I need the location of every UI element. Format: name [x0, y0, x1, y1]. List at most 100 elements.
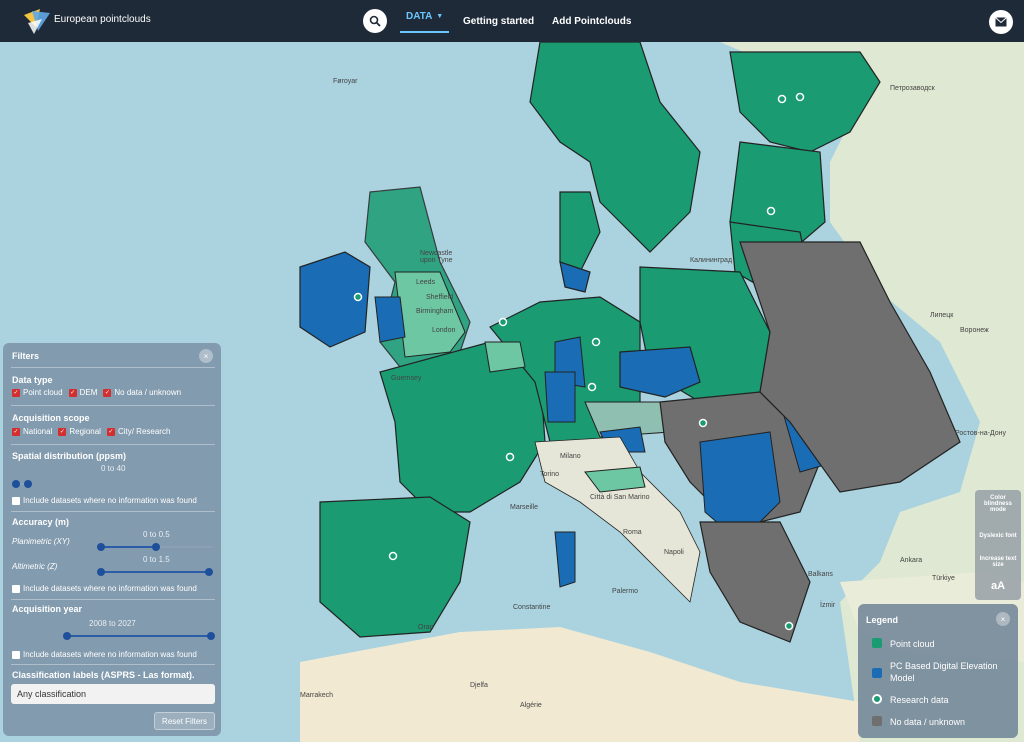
altimetric-slider[interactable]	[97, 568, 213, 576]
slider-handle-min[interactable]	[97, 543, 105, 551]
classification-label: Classification labels (ASPRS - Las forma…	[12, 670, 195, 680]
slider-handle-max[interactable]	[205, 568, 213, 576]
map-label: Føroyar	[333, 78, 358, 85]
color-blindness-toggle[interactable]: Color blindness mode	[977, 495, 1019, 513]
map-label: Липецк	[930, 312, 954, 319]
filters-close-button[interactable]: ×	[199, 349, 213, 363]
altimetric-range-value: 0 to 1.5	[143, 555, 170, 564]
slider-handle-max[interactable]	[207, 632, 215, 640]
spatial-include-row: Include datasets where no information wa…	[12, 496, 197, 505]
legend-item-no-data: No data / unknown	[872, 716, 965, 728]
slider-handle-min[interactable]	[97, 568, 105, 576]
map-label: Birmingham	[416, 308, 454, 315]
swatch-point-cloud	[872, 638, 882, 648]
map-label: Algérie	[520, 702, 542, 709]
top-navigation-bar: European pointclouds DATA ▼ Getting star…	[0, 0, 1024, 42]
checkbox-no-data[interactable]: ✓	[103, 388, 112, 397]
acquisition-year-label: Acquisition year	[12, 604, 83, 614]
map-label: Torino	[540, 471, 560, 478]
slider-handle-min[interactable]	[12, 480, 20, 488]
brand-name[interactable]: European pointclouds	[54, 14, 151, 25]
map-label: Marrakech	[300, 692, 334, 699]
legend-item-point-cloud: Point cloud	[872, 638, 935, 650]
map-label: Ankara	[900, 557, 923, 564]
map-label: London	[432, 327, 456, 334]
checkbox-label[interactable]: Include datasets where no information wa…	[23, 496, 197, 505]
map-label: Marseille	[510, 504, 539, 511]
checkbox-label[interactable]: Include datasets where no information wa…	[23, 650, 197, 659]
checkbox-dem[interactable]: ✓	[68, 388, 77, 397]
map-label: Sheffield	[426, 294, 454, 301]
map-label: Napoli	[664, 549, 684, 556]
slider-handle-max[interactable]	[24, 480, 32, 488]
search-icon	[369, 15, 381, 27]
legend-title: Legend	[866, 615, 899, 625]
spatial-range-value: 0 to 40	[101, 464, 126, 473]
filters-panel: Filters × Data type ✓ Point cloud ✓ DEM ✓ N…	[3, 343, 221, 736]
legend-close-button[interactable]: ×	[996, 612, 1010, 626]
nav-data-label: DATA	[406, 11, 433, 22]
spatial-slider[interactable]	[12, 480, 32, 488]
legend-item-research: Research data	[872, 694, 949, 706]
acquisition-scope-label: Acquisition scope	[12, 413, 90, 423]
data-type-label: Data type	[12, 375, 53, 385]
planimetric-slider[interactable]	[97, 543, 213, 551]
map-label: Newcastle upon Tyne	[420, 250, 453, 264]
checkbox-spatial-include[interactable]	[12, 496, 20, 505]
map-label: Петрозаводск	[890, 85, 935, 92]
map-label: Калининград	[690, 257, 733, 264]
logo-icon[interactable]	[22, 5, 52, 35]
map-label: Palermo	[612, 588, 639, 595]
checkbox-label[interactable]: City/ Research	[118, 427, 170, 436]
map-label: Djelfa	[470, 682, 488, 689]
checkbox-label[interactable]: DEM	[80, 388, 98, 397]
accuracy-include-row: Include datasets where no information wa…	[12, 584, 197, 593]
nav-getting-started[interactable]: Getting started	[463, 0, 534, 42]
checkbox-label[interactable]: Point cloud	[23, 388, 63, 397]
checkbox-label[interactable]: No data / unknown	[114, 388, 181, 397]
checkbox-city-research[interactable]: ✓	[106, 427, 115, 436]
map-label: Oran	[418, 624, 434, 631]
planimetric-range-value: 0 to 0.5	[143, 530, 170, 539]
map-label: Türkiye	[932, 575, 955, 582]
contact-button[interactable]	[989, 10, 1013, 34]
checkbox-national[interactable]: ✓	[12, 427, 20, 436]
nav-add-pointclouds[interactable]: Add Pointclouds	[552, 0, 631, 42]
reset-filters-button[interactable]: Reset Filters	[154, 712, 215, 730]
accuracy-label: Accuracy (m)	[12, 517, 70, 527]
map-label: Città di San Marino	[590, 494, 650, 501]
checkbox-label[interactable]: Include datasets where no information wa…	[23, 584, 197, 593]
map-label: Roma	[623, 529, 642, 536]
classification-select[interactable]: Any classification	[11, 684, 215, 704]
research-dot-icon	[872, 694, 882, 704]
checkbox-label[interactable]: National	[23, 427, 52, 436]
checkbox-regional[interactable]: ✓	[58, 427, 67, 436]
checkbox-point-cloud[interactable]: ✓	[12, 388, 20, 397]
map-label: Balkans	[808, 571, 833, 578]
swatch-no-data	[872, 716, 882, 726]
planimetric-label: Planimetric (XY)	[12, 537, 70, 546]
map-label: Ростов-на-Дону	[955, 430, 1006, 437]
search-button[interactable]	[363, 9, 387, 33]
data-type-options: ✓ Point cloud ✓ DEM ✓ No data / unknown	[12, 388, 181, 397]
checkbox-year-include[interactable]	[12, 650, 20, 659]
map-label: Leeds	[416, 279, 436, 286]
increase-text-size-button[interactable]: aA	[977, 580, 1019, 592]
checkbox-accuracy-include[interactable]	[12, 584, 20, 593]
year-include-row: Include datasets where no information wa…	[12, 650, 197, 659]
increase-text-size-label[interactable]: Increase text size	[977, 556, 1019, 568]
filters-title: Filters	[12, 351, 40, 361]
dyslexic-font-toggle[interactable]: Dyslexic font	[977, 533, 1019, 539]
slider-handle-min[interactable]	[63, 632, 71, 640]
spatial-distribution-label: Spatial distribution (ppsm)	[12, 451, 126, 461]
nav-data-dropdown[interactable]: DATA ▼	[400, 2, 450, 33]
caret-down-icon: ▼	[436, 13, 444, 20]
legend-item-pc-dem: PC Based Digital Elevation Model	[872, 660, 1012, 684]
slider-handle-max[interactable]	[152, 543, 160, 551]
map-label: İzmir	[820, 602, 836, 609]
mail-icon	[995, 17, 1007, 27]
checkbox-label[interactable]: Regional	[69, 427, 101, 436]
year-slider[interactable]	[63, 632, 215, 640]
legend-panel: Legend × Point cloud PC Based Digital El…	[858, 604, 1018, 738]
map-label: Guernsey	[391, 375, 422, 382]
